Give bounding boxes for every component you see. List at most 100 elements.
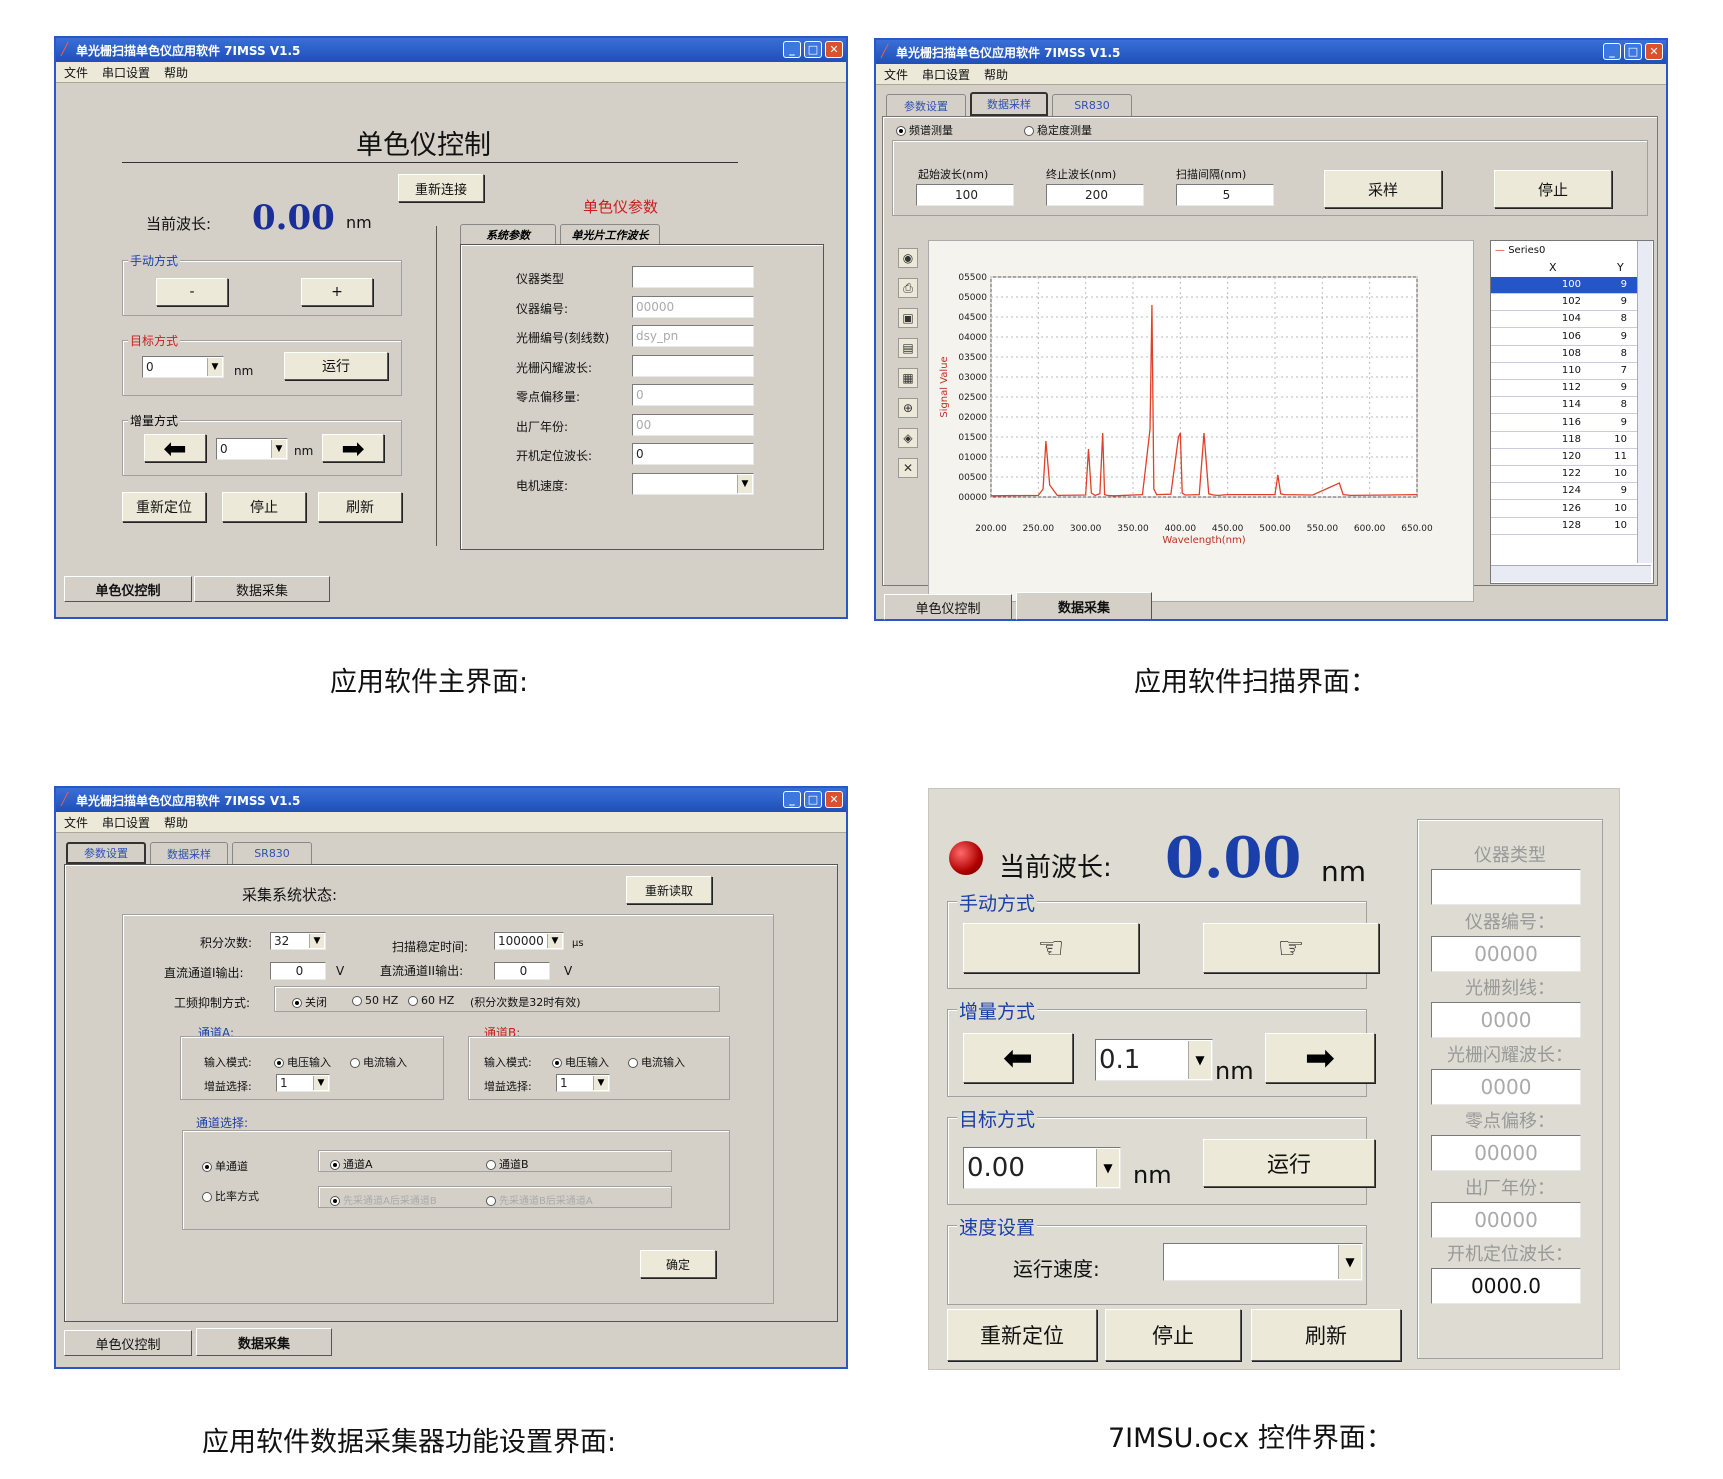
table-row[interactable]: 108 8 (1491, 346, 1637, 363)
ocx-arrow-left-button[interactable]: ⬅ (963, 1033, 1073, 1083)
table-row[interactable]: 116 9 (1491, 415, 1637, 432)
ocx-param-input[interactable]: 0000.0 (1431, 1268, 1581, 1304)
reconnect-button[interactable]: 重新连接 (398, 174, 484, 202)
minimize-button[interactable]: _ (783, 41, 801, 58)
menu-serial[interactable]: 串口设置 (922, 66, 970, 83)
ratio-opt-2[interactable]: 先采通道B后采通道A (486, 1192, 593, 1207)
ocx-param-input[interactable] (1431, 869, 1581, 905)
incr-input[interactable]: 0 ▼ (216, 438, 288, 460)
plus-button[interactable]: + (301, 278, 373, 306)
scan-step-input[interactable]: 5 (1176, 184, 1274, 206)
tab-data-collection[interactable]: 数据采集 (1016, 592, 1152, 620)
integ-input[interactable]: 32 ▼ (270, 932, 326, 950)
close-button[interactable]: ✕ (825, 41, 843, 58)
close-button[interactable]: ✕ (825, 791, 843, 808)
ratio-mode[interactable]: 比率方式 (202, 1188, 259, 1204)
param-input[interactable]: 0 (632, 443, 754, 465)
menu-help[interactable]: 帮助 (984, 66, 1008, 83)
tab-sr830[interactable]: SR830 (1052, 94, 1132, 116)
power-60[interactable]: 60 HZ (408, 994, 454, 1007)
tab-params[interactable]: 参数设置 (886, 94, 966, 116)
ocx-refresh-button[interactable]: 刷新 (1251, 1309, 1401, 1361)
menu-file[interactable]: 文件 (64, 64, 88, 81)
sample-button[interactable]: 采样 (1324, 170, 1442, 208)
table-row[interactable]: 112 9 (1491, 380, 1637, 398)
ocx-incr-input[interactable]: 0.1 ▼ (1095, 1039, 1213, 1081)
ocx-target-input[interactable]: 0.00 ▼ (963, 1147, 1121, 1189)
ocx-param-input[interactable]: 00000 (1431, 1135, 1581, 1171)
minimize-button[interactable]: _ (1603, 43, 1621, 60)
close-button[interactable]: ✕ (1645, 43, 1663, 60)
table-row[interactable]: 124 9 (1491, 483, 1637, 501)
menu-serial[interactable]: 串口设置 (102, 64, 150, 81)
ocx-param-input[interactable]: 00000 (1431, 1201, 1581, 1238)
ocx-stop-button[interactable]: 停止 (1105, 1309, 1241, 1361)
table-row[interactable]: 120 11 (1491, 449, 1637, 466)
camera-icon[interactable]: ◉ (898, 248, 918, 268)
param-input[interactable] (632, 266, 754, 288)
run-button[interactable]: 运行 (284, 352, 388, 380)
power-50[interactable]: 50 HZ (352, 994, 398, 1007)
tab-monochromator-control[interactable]: 单色仪控制 (884, 594, 1012, 620)
chevron-down-icon[interactable]: ▼ (1096, 1149, 1119, 1187)
current-in-b[interactable]: 电流输入 (628, 1054, 685, 1070)
ocx-reposition-button[interactable]: 重新定位 (947, 1309, 1097, 1361)
tab-data-collection[interactable]: 数据采集 (194, 576, 330, 602)
ocx-speed-input[interactable]: ▼ (1163, 1243, 1363, 1281)
tab-system-params[interactable]: 系统参数 (460, 224, 556, 244)
gain-input-a[interactable]: 1 ▼ (276, 1074, 330, 1092)
menu-file[interactable]: 文件 (884, 66, 908, 83)
gain-input-b[interactable]: 1 ▼ (556, 1074, 610, 1092)
ocx-manual-left-button[interactable]: ☜ (963, 923, 1139, 973)
ratio-opt-1[interactable]: 先采通道A后采通道B (330, 1192, 437, 1207)
minus-button[interactable]: - (156, 278, 228, 306)
tab-sampling[interactable]: 数据采样 (150, 842, 228, 864)
reread-button[interactable]: 重新读取 (626, 876, 712, 904)
scan-stop-button[interactable]: 停止 (1494, 170, 1612, 208)
chevron-down-icon[interactable]: ▼ (547, 934, 562, 948)
table-row[interactable]: 100 9 (1491, 277, 1637, 294)
ocx-run-button[interactable]: 运行 (1203, 1139, 1375, 1187)
arrow-left-button[interactable]: ⬅ (144, 432, 206, 465)
print-icon[interactable]: ⎙ (898, 278, 918, 298)
param-input[interactable]: dsy_pn (632, 325, 754, 347)
radio-spectrum[interactable]: 频谱测量 (896, 122, 953, 138)
arrow-right-button[interactable]: ➡ (322, 432, 384, 465)
ocx-manual-right-button[interactable]: ☞ (1203, 923, 1379, 973)
table-row[interactable]: 106 9 (1491, 329, 1637, 346)
save-icon[interactable]: ▣ (898, 308, 918, 328)
chevron-down-icon[interactable]: ▼ (309, 934, 324, 948)
radio-stability[interactable]: 稳定度测量 (1024, 122, 1092, 138)
reposition-button[interactable]: 重新定位 (122, 492, 206, 522)
dc1-input[interactable]: 0 (270, 962, 326, 980)
single-channel[interactable]: 单通道 (202, 1158, 248, 1174)
tab-sampling[interactable]: 数据采样 (970, 92, 1048, 116)
maximize-button[interactable]: □ (804, 791, 822, 808)
power-off[interactable]: 关闭 (292, 994, 327, 1010)
menu-file[interactable]: 文件 (64, 814, 88, 831)
end-wavelength-input[interactable]: 200 (1046, 184, 1144, 206)
chevron-down-icon[interactable]: ▼ (1338, 1245, 1361, 1279)
chevron-down-icon[interactable]: ▼ (271, 440, 286, 458)
chevron-down-icon[interactable]: ▼ (737, 474, 752, 493)
table-row[interactable]: 118 10 (1491, 432, 1637, 449)
param-input[interactable]: 00 (632, 413, 754, 436)
start-wavelength-input[interactable]: 100 (916, 184, 1014, 206)
opt-channel-a[interactable]: 通道A (330, 1156, 373, 1172)
target-input[interactable]: 0 ▼ (142, 356, 224, 378)
menu-help[interactable]: 帮助 (164, 64, 188, 81)
param-input[interactable]: 0 (632, 384, 754, 406)
tab-filter-wavelength[interactable]: 单光片工作波长 (560, 224, 660, 244)
dc2-input[interactable]: 0 (494, 962, 550, 980)
menu-help[interactable]: 帮助 (164, 814, 188, 831)
param-input[interactable]: ▼ (632, 472, 754, 495)
scan-time-input[interactable]: 100000 ▼ (494, 932, 564, 950)
ok-button[interactable]: 确定 (640, 1250, 716, 1278)
opt-channel-b[interactable]: 通道B (486, 1156, 529, 1172)
tab-monochromator-control[interactable]: 单色仪控制 (64, 1330, 192, 1356)
save-as-icon[interactable]: ▤ (898, 338, 918, 358)
chevron-down-icon[interactable]: ▼ (1188, 1041, 1211, 1079)
chevron-down-icon[interactable]: ▼ (593, 1076, 608, 1090)
table-row[interactable]: 110 7 (1491, 363, 1637, 380)
tab-params[interactable]: 参数设置 (66, 842, 146, 864)
